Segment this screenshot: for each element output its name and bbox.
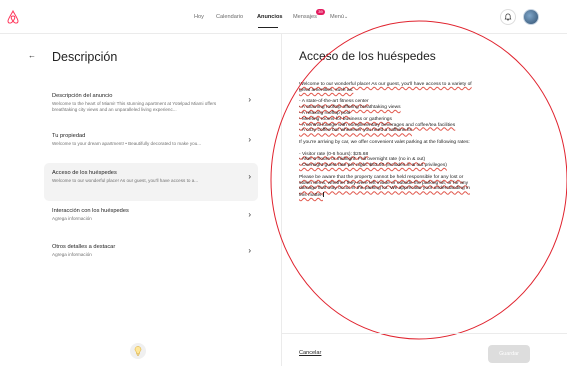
section-item-title: Tu propiedad xyxy=(52,133,86,139)
section-item-description: Welcome to the heart of Miami! This stun… xyxy=(52,101,217,112)
chevron-right-icon: › xyxy=(248,135,251,144)
nav-link-today[interactable]: Hoy xyxy=(194,14,204,20)
section-item-description: Agrega información xyxy=(52,216,92,221)
section-item-guest-interaction[interactable]: Interacción con los huéspedes Agrega inf… xyxy=(44,201,258,239)
text-cursor xyxy=(322,192,324,198)
airbnb-logo-icon[interactable] xyxy=(6,9,20,25)
section-item-listing-description[interactable]: Descripción del anuncio Welcome to the h… xyxy=(44,86,258,124)
text-line: great amenities, such as: xyxy=(299,87,354,93)
chevron-right-icon: › xyxy=(248,210,251,219)
section-item-other-details[interactable]: Otros detalles a destacar Agrega informa… xyxy=(44,237,258,275)
column-divider xyxy=(281,34,282,366)
section-item-description: Agrega información xyxy=(52,252,92,257)
lightbulb-icon xyxy=(134,346,142,356)
nav-link-listings[interactable]: Anuncios xyxy=(257,14,282,20)
messages-badge: 39 xyxy=(316,9,325,15)
section-item-title: Acceso de los huéspedes xyxy=(52,170,117,176)
editor-title: Acceso de los huéspedes xyxy=(299,49,436,63)
text-line: - A cozy coffee bar whenever you need a … xyxy=(299,128,412,134)
chevron-right-icon: › xyxy=(248,172,251,181)
bell-icon xyxy=(504,13,512,21)
chevron-down-icon: ⌄ xyxy=(344,14,349,20)
save-button[interactable]: Guardar xyxy=(488,345,530,363)
page-title: Descripción xyxy=(52,50,118,64)
back-arrow-icon[interactable]: ← xyxy=(28,51,36,60)
text-line: this matter. xyxy=(299,192,323,198)
guest-access-textarea[interactable]: Welcome to our wonderful place! As our g… xyxy=(299,82,530,205)
notifications-button[interactable] xyxy=(500,9,516,25)
chevron-right-icon: › xyxy=(248,95,251,104)
section-item-description: Welcome to our wonderful place! As our g… xyxy=(52,178,199,183)
section-item-title: Otros detalles a destacar xyxy=(52,244,116,250)
text-line-last: this matter. xyxy=(299,192,530,199)
active-tab-indicator xyxy=(258,27,278,28)
top-navigation: Hoy Calendario Anuncios Mensajes 39 Menú… xyxy=(0,0,567,34)
text-line: If you're arriving by car, we offer conv… xyxy=(299,139,470,145)
nav-link-calendar[interactable]: Calendario xyxy=(216,14,243,20)
section-item-description: Welcome to your dream apartment! • Beaut… xyxy=(52,141,202,146)
section-item-title: Descripción del anuncio xyxy=(52,93,113,99)
avatar[interactable] xyxy=(523,9,539,25)
section-item-your-property[interactable]: Tu propiedad Welcome to your dream apart… xyxy=(44,126,258,164)
section-item-title: Interacción con los huéspedes xyxy=(52,208,129,214)
nav-link-messages[interactable]: Mensajes xyxy=(293,14,317,20)
cancel-button[interactable]: Cancelar xyxy=(299,350,321,356)
nav-link-menu[interactable]: Menú xyxy=(330,14,344,20)
tips-button[interactable] xyxy=(130,343,146,359)
text-line: - Overnight guest rate per night: $53.50… xyxy=(299,163,447,169)
footer-divider xyxy=(282,333,567,334)
chevron-right-icon: › xyxy=(248,246,251,255)
section-item-guest-access[interactable]: Acceso de los huéspedes Welcome to our w… xyxy=(44,163,258,201)
